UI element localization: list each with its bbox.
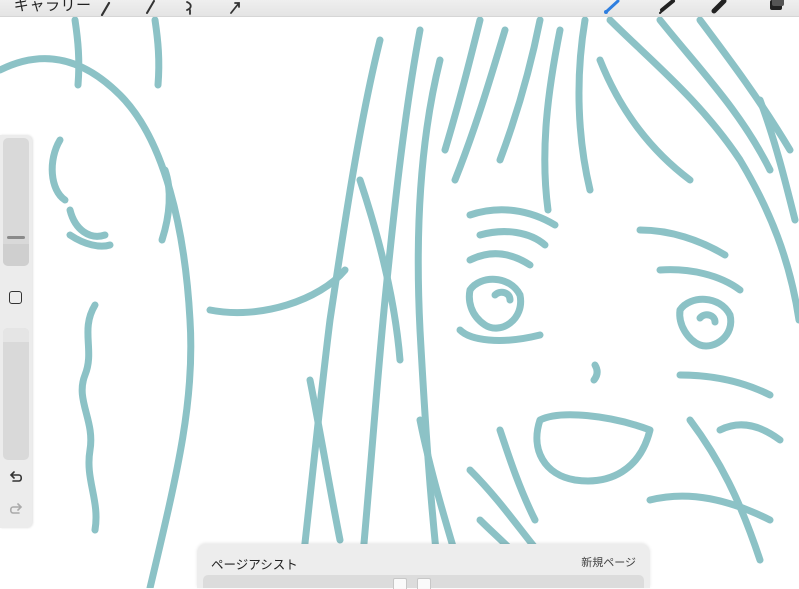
page-thumbnail-strip[interactable]	[203, 575, 644, 589]
new-page-button[interactable]: 新規ページ	[581, 554, 636, 570]
page-assist-panel: ページアシスト 新規ページ	[197, 544, 650, 589]
page-thumbnail[interactable]	[417, 578, 431, 589]
redo-icon[interactable]	[7, 503, 25, 519]
undo-icon[interactable]	[7, 471, 25, 487]
left-sidebar	[0, 135, 32, 528]
opacity-slider[interactable]	[3, 328, 29, 460]
drawing-canvas[interactable]	[0, 0, 799, 588]
page-assist-title: ページアシスト	[211, 557, 298, 572]
wrench-icon[interactable]	[96, 0, 116, 16]
magic-wand-icon[interactable]	[140, 0, 160, 16]
top-toolbar: ギャラリー	[0, 0, 799, 17]
gallery-button[interactable]: ギャラリー	[14, 0, 92, 15]
brush-size-slider[interactable]	[3, 138, 29, 266]
layers-icon[interactable]	[764, 0, 788, 16]
page-thumbnail[interactable]	[393, 578, 407, 589]
brush-size-fill	[3, 244, 29, 266]
brush-icon[interactable]	[600, 0, 624, 16]
selection-icon[interactable]	[180, 0, 200, 16]
transform-arrow-icon[interactable]	[226, 0, 246, 16]
modify-square-icon[interactable]	[9, 291, 22, 304]
brush-size-handle[interactable]	[7, 236, 25, 239]
smudge-icon[interactable]	[656, 0, 680, 16]
opacity-handle[interactable]	[3, 328, 29, 342]
eraser-icon[interactable]	[708, 0, 732, 16]
